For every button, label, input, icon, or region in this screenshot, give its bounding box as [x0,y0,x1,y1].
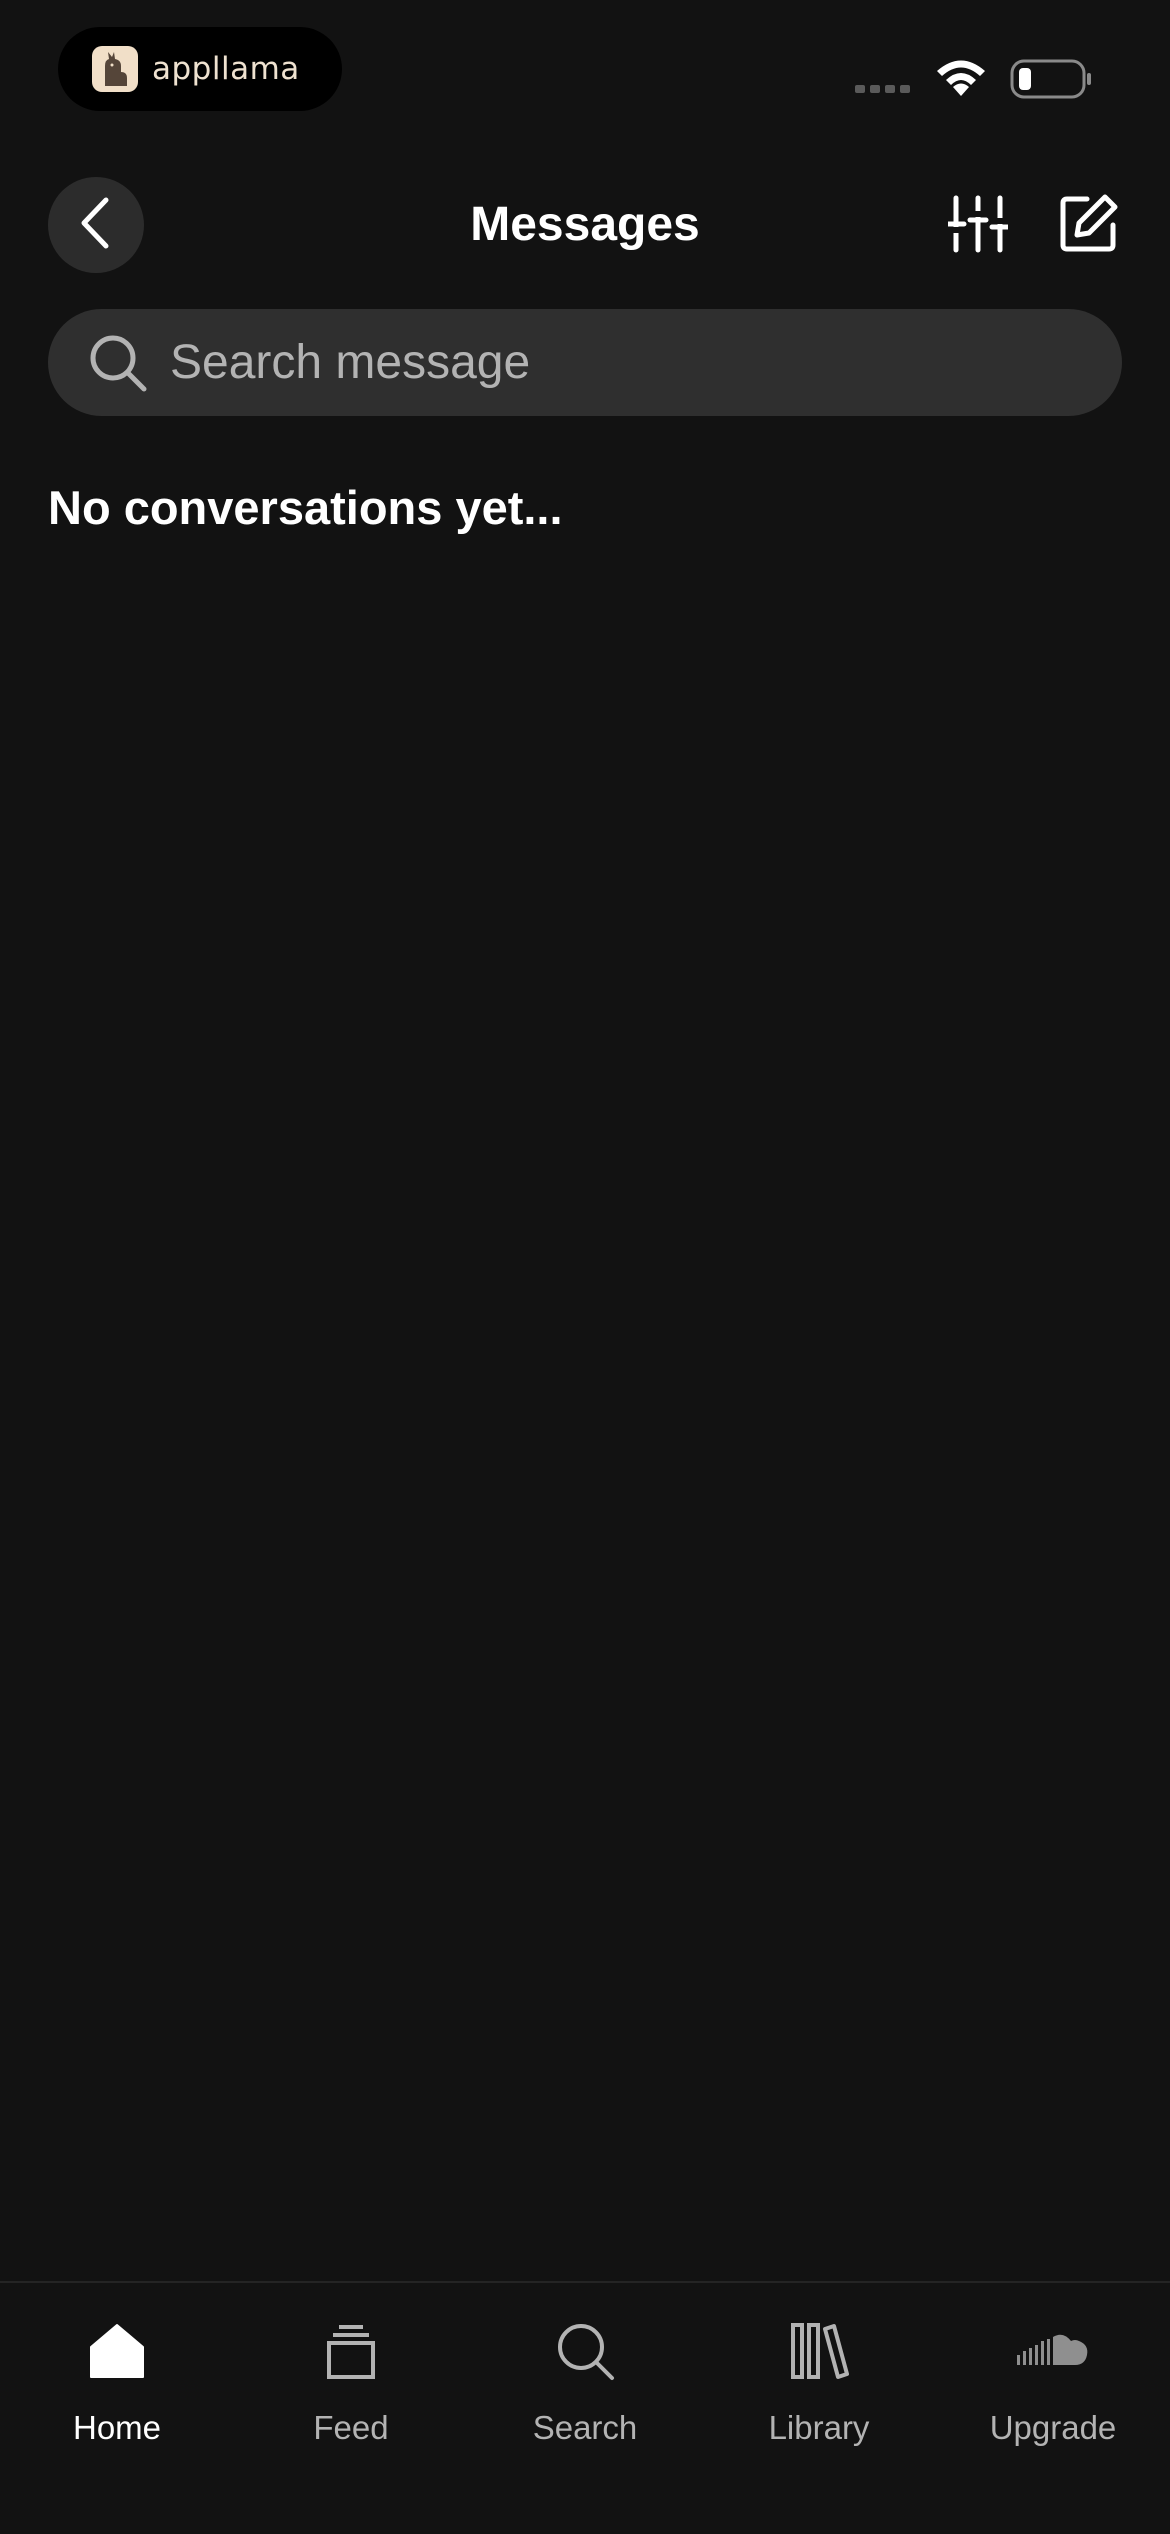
search-icon [545,2311,625,2391]
nav-label: Home [72,2409,162,2446]
battery-icon [1010,59,1094,104]
compose-icon [1059,193,1119,258]
nav-label: Upgrade [989,2409,1117,2446]
home-icon [77,2311,157,2391]
nav-item-search[interactable]: Search [468,2283,702,2483]
brand-pill: appllama [58,27,342,111]
search-bar[interactable] [48,309,1122,416]
status-bar: appllama [0,0,1170,140]
soundcloud-icon [1013,2311,1093,2391]
nav-label: Search [532,2409,638,2446]
wifi-icon [933,56,989,103]
feed-icon [311,2311,391,2391]
filter-button[interactable] [945,193,1011,259]
search-input[interactable] [168,321,1122,404]
nav-label: Library [768,2409,870,2446]
nav-item-feed[interactable]: Feed [234,2283,468,2483]
bottom-nav: Home Feed Search Library Upgrade [0,2281,1170,2534]
library-icon [779,2311,859,2391]
brand-name: appllama [152,51,300,87]
search-icon [88,333,148,393]
sliders-icon [945,194,1011,259]
compose-button[interactable] [1056,192,1122,258]
nav-item-upgrade[interactable]: Upgrade [936,2283,1170,2483]
empty-state-message: No conversations yet... [48,481,563,534]
signal-icon [855,85,910,93]
nav-label: Feed [313,2409,389,2446]
llama-logo-icon [92,46,138,92]
nav-item-library[interactable]: Library [702,2283,936,2483]
nav-item-home[interactable]: Home [0,2283,234,2483]
